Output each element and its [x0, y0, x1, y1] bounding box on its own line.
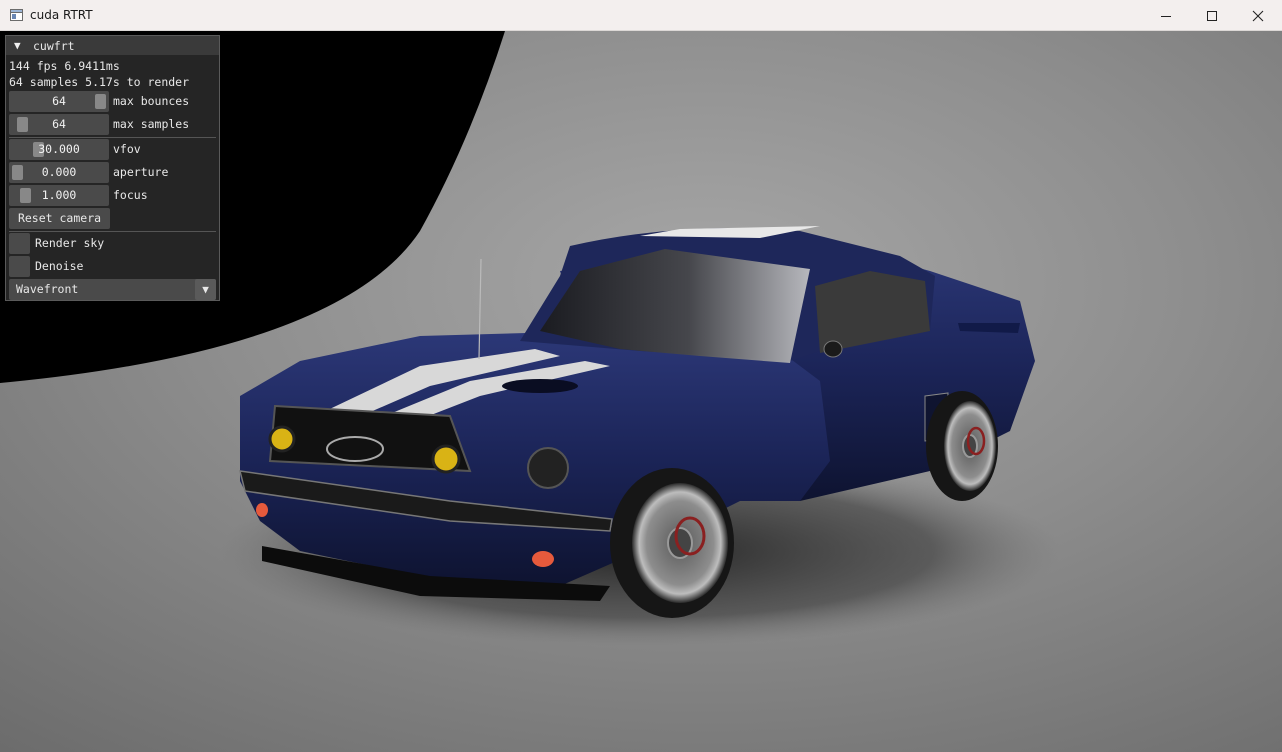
focus-label: focus — [113, 188, 148, 202]
max-samples-row: 64 max samples — [9, 114, 219, 135]
focus-slider[interactable]: 1.000 — [9, 185, 109, 206]
panel-header[interactable]: ▼ cuwfrt — [6, 36, 219, 55]
panel-title: cuwfrt — [33, 39, 75, 53]
maximize-icon — [1207, 10, 1217, 21]
render-sky-box[interactable] — [9, 233, 30, 254]
max-bounces-value: 64 — [52, 94, 66, 108]
max-bounces-label: max bounces — [113, 94, 190, 108]
fps-readout: 144 fps 6.9411ms — [9, 59, 120, 73]
vfov-row: 30.000 vfov — [9, 139, 219, 160]
focus-row: 1.000 focus — [9, 185, 219, 206]
denoise-label: Denoise — [35, 259, 84, 273]
window-title: cuda RTRT — [30, 8, 93, 22]
dropdown-arrow-icon[interactable]: ▼ — [195, 279, 216, 300]
aperture-value: 0.000 — [41, 165, 77, 179]
samples-readout: 64 samples 5.17s to render — [9, 75, 190, 89]
max-bounces-row: 64 max bounces — [9, 91, 219, 112]
aperture-label: aperture — [113, 165, 169, 179]
close-icon — [1252, 10, 1264, 21]
max-samples-label: max samples — [113, 117, 190, 131]
vfov-value: 30.000 — [38, 142, 80, 156]
render-sky-label: Render sky — [35, 236, 105, 250]
render-mode-value: Wavefront — [16, 282, 79, 296]
reset-camera-label: Reset camera — [17, 211, 102, 225]
minimize-button[interactable] — [1143, 0, 1189, 31]
title-bar: cuda RTRT — [0, 0, 1282, 31]
denoise-box[interactable] — [9, 256, 30, 277]
render-sky-checkbox[interactable]: Render sky — [9, 233, 219, 254]
close-button[interactable] — [1235, 0, 1281, 31]
rear-wheel — [926, 391, 998, 501]
denoise-checkbox[interactable]: Denoise — [9, 256, 219, 277]
reset-camera-button[interactable]: Reset camera — [9, 208, 110, 229]
focus-value: 1.000 — [41, 188, 77, 202]
minimize-icon — [1161, 15, 1171, 17]
max-bounces-slider[interactable]: 64 — [9, 91, 109, 112]
max-samples-value: 64 — [52, 117, 66, 131]
separator — [9, 137, 216, 138]
front-wheel — [610, 468, 734, 618]
app-icon — [10, 9, 23, 21]
separator — [9, 231, 216, 232]
aperture-slider[interactable]: 0.000 — [9, 162, 109, 183]
vfov-slider[interactable]: 30.000 — [9, 139, 109, 160]
vfov-label: vfov — [113, 142, 141, 156]
render-mode-combo[interactable]: Wavefront ▼ — [9, 279, 216, 300]
settings-panel: ▼ cuwfrt 144 fps 6.9411ms 64 samples 5.1… — [5, 35, 220, 301]
max-samples-slider[interactable]: 64 — [9, 114, 109, 135]
maximize-button[interactable] — [1189, 0, 1235, 31]
aperture-row: 0.000 aperture — [9, 162, 219, 183]
collapse-icon[interactable]: ▼ — [14, 39, 21, 52]
